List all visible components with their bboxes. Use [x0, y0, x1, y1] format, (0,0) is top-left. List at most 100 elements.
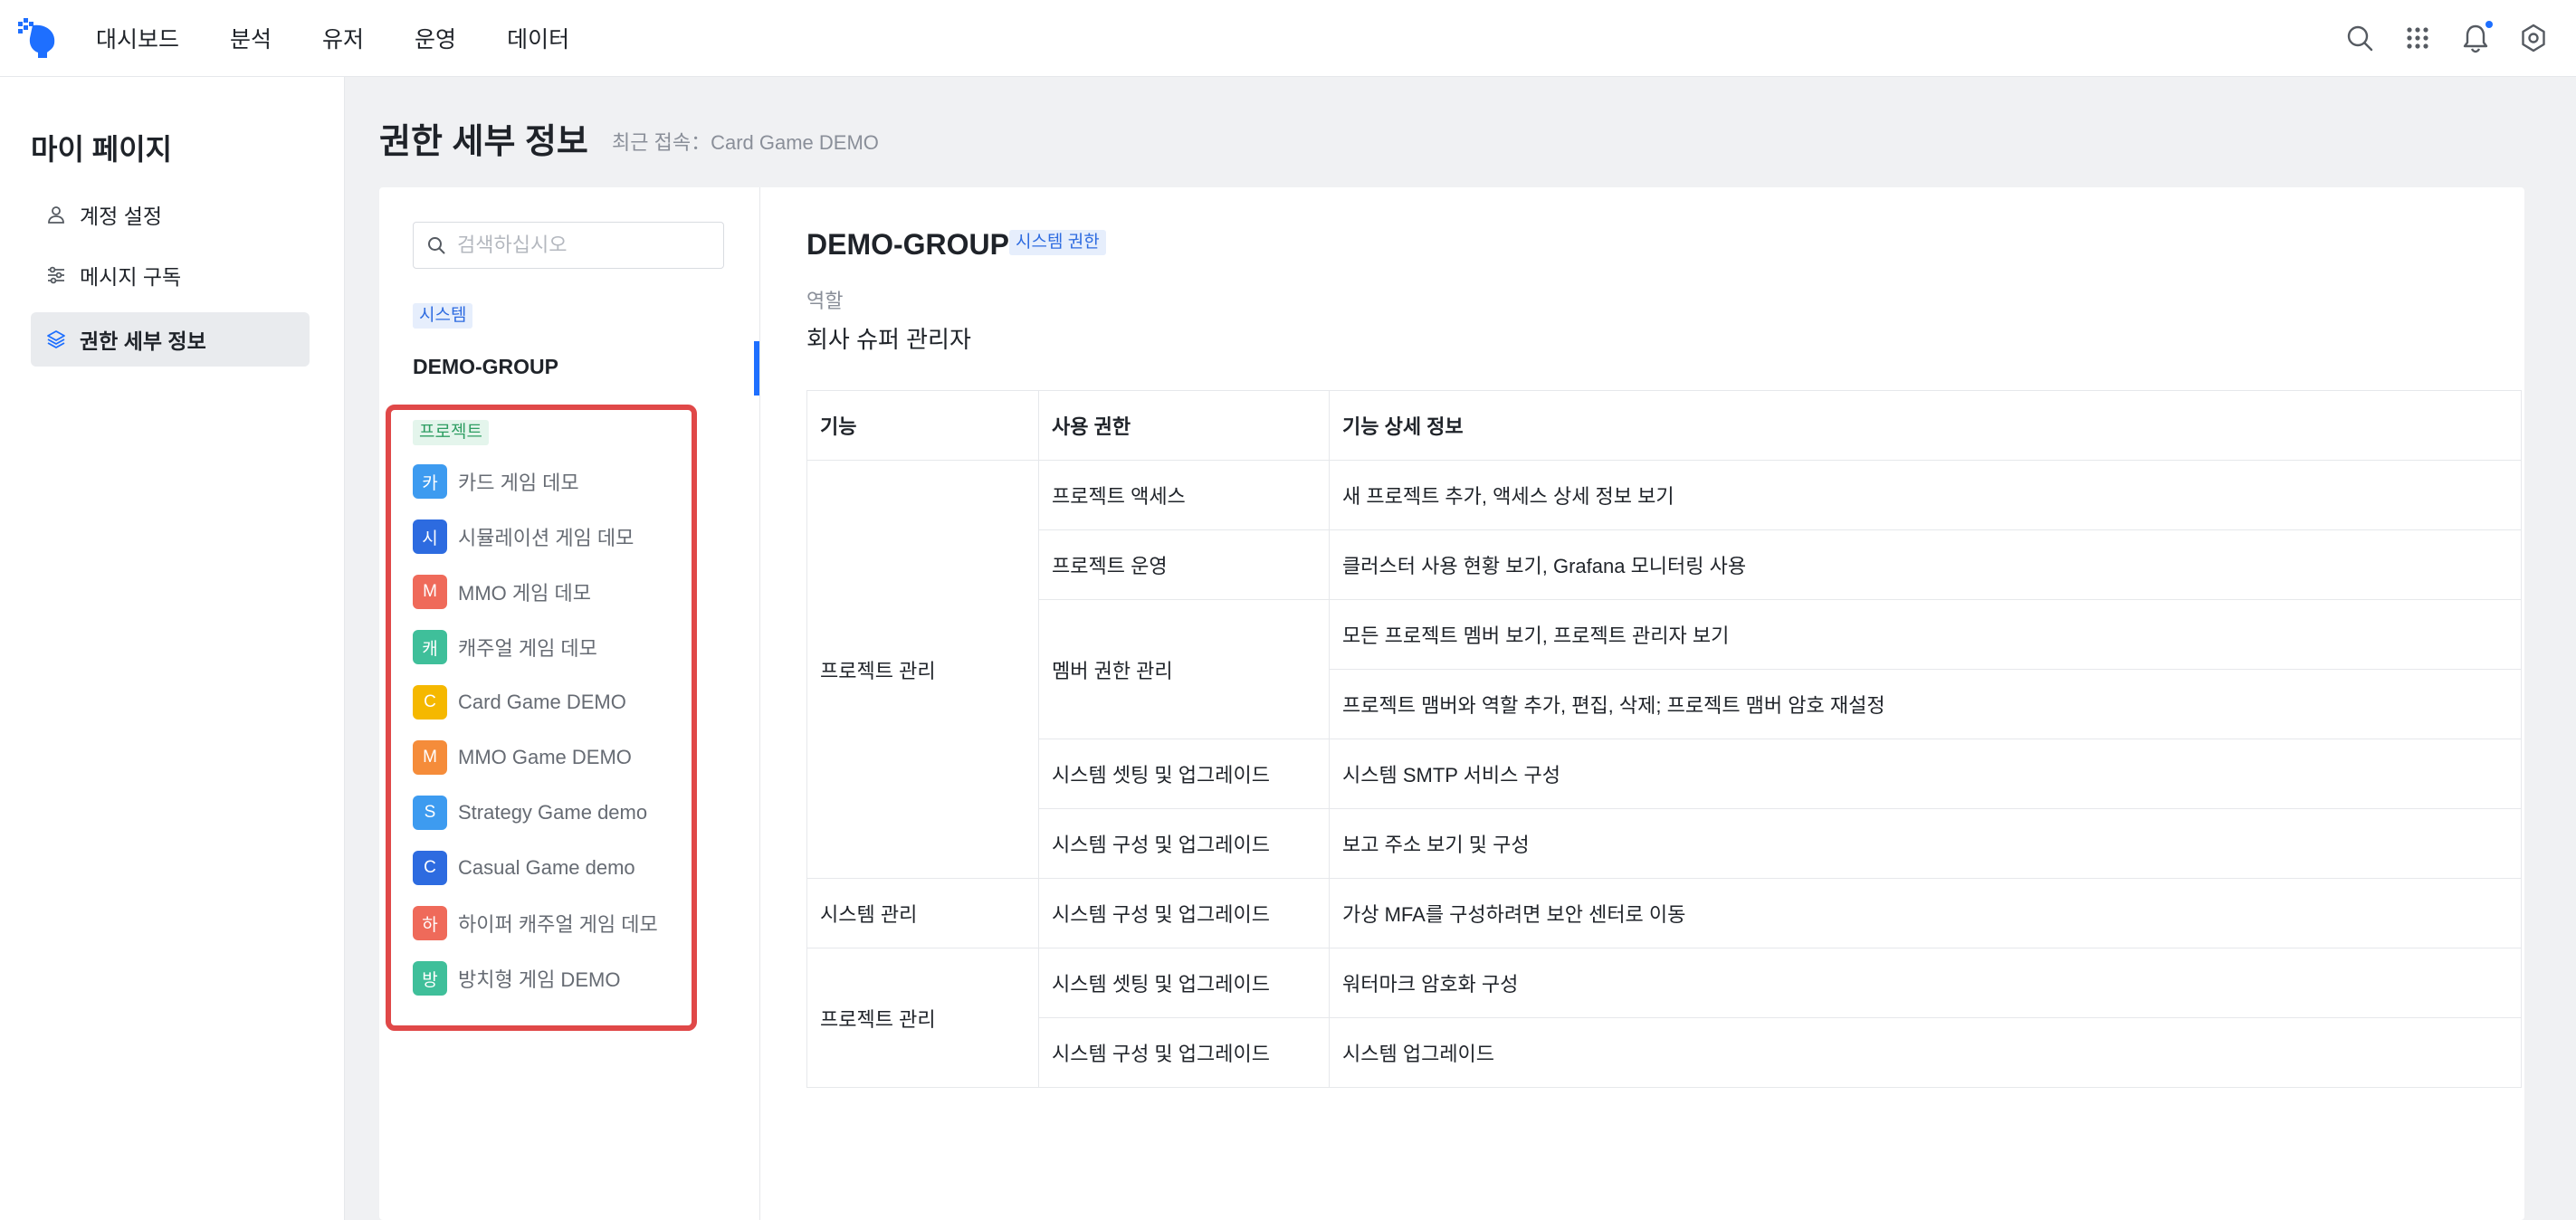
sidebar-item-label: 권한 세부 정보 — [80, 329, 206, 353]
project-label: 시뮬레이션 게임 데모 — [458, 527, 634, 549]
project-list-item[interactable]: M MMO 게임 데모 — [413, 574, 591, 610]
apps-grid-icon[interactable] — [2402, 23, 2433, 53]
table-cell-permission: 시스템 셋팅 및 업그레이드 — [1038, 739, 1330, 809]
project-badge-icon: M — [413, 740, 447, 775]
project-label: 방치형 게임 DEMO — [458, 968, 621, 991]
table-row: 시스템 관리 시스템 구성 및 업그레이드 가상 MFA를 구성하려면 보안 센… — [806, 878, 2522, 948]
project-list-item[interactable]: C Casual Game demo — [413, 850, 635, 886]
project-list-item[interactable]: 방 방치형 게임 DEMO — [413, 960, 620, 996]
table-cell-permission: 시스템 셋팅 및 업그레이드 — [1038, 948, 1330, 1018]
table-row: 프로젝트 관리 시스템 셋팅 및 업그레이드 워터마크 암호화 구성 — [806, 948, 2522, 1088]
search-icon — [428, 237, 445, 254]
nav-item-operations[interactable]: 운영 — [415, 22, 456, 54]
main-nav: 대시보드 분석 유저 운영 데이터 — [96, 0, 620, 76]
project-list-item[interactable]: 시 시뮬레이션 게임 데모 — [413, 519, 634, 555]
group-item-demo-group[interactable]: DEMO-GROUP — [413, 355, 558, 379]
table-row: 프로젝트 관리 프로젝트 액세스 새 프로젝트 추가, 액세스 상세 정보 보기 — [806, 460, 2522, 879]
notification-dot — [2485, 21, 2493, 28]
table-cell-detail: 모든 프로젝트 멤버 보기, 프로젝트 관리자 보기 — [1329, 599, 2522, 670]
sidebar-item-label: 메시지 구독 — [80, 265, 182, 289]
table-cell-permission: 시스템 구성 및 업그레이드 — [1038, 878, 1330, 948]
project-badge-icon: C — [413, 851, 447, 885]
table-header-row: 기능 사용 권한 기능 상세 정보 — [806, 390, 2522, 461]
role-label: 역할 — [806, 290, 844, 312]
project-list-item[interactable]: S Strategy Game demo — [413, 795, 647, 831]
table-cell-permission: 시스템 구성 및 업그레이드 — [1038, 1017, 1330, 1088]
project-label: Casual Game demo — [458, 856, 635, 879]
project-list-item[interactable]: M MMO Game DEMO — [413, 739, 632, 776]
nav-item-data[interactable]: 데이터 — [507, 22, 569, 54]
table-cell-detail: 클러스터 사용 현황 보기, Grafana 모니터링 사용 — [1329, 529, 2522, 600]
bell-icon[interactable] — [2460, 21, 2493, 53]
top-navigation-bar: 대시보드 분석 유저 운영 데이터 — [0, 0, 2576, 77]
sidebar-item-message-subscription[interactable]: 메시지 구독 — [31, 248, 310, 302]
column-header-permission: 사용 권한 — [1038, 390, 1330, 461]
detail-title: DEMO-GROUP — [806, 228, 1009, 261]
project-tag: 프로젝트 — [413, 420, 489, 445]
table-row: 시스템 구성 및 업그레이드 보고 주소 보기 및 구성 — [807, 808, 2522, 879]
project-label: 캐주얼 게임 데모 — [458, 637, 597, 660]
table-cell-detail: 보고 주소 보기 및 구성 — [1329, 808, 2522, 879]
table-cell-feature: 프로젝트 관리 — [806, 460, 1039, 879]
last-access-text: 최근 접속：Card Game DEMO — [612, 131, 879, 154]
search-box[interactable] — [413, 222, 724, 269]
table-cell-permission: 시스템 구성 및 업그레이드 — [1038, 808, 1330, 879]
top-icons — [2344, 0, 2576, 76]
permission-table: 기능 사용 권한 기능 상세 정보 프로젝트 관리 프로젝트 액세스 새 프로젝… — [806, 390, 2522, 1088]
table-row: 시스템 셋팅 및 업그레이드 시스템 SMTP 서비스 구성 — [807, 739, 2522, 809]
user-icon — [48, 206, 64, 224]
sidebar-item-label: 계정 설정 — [80, 205, 163, 228]
project-badge-icon: 캐 — [413, 630, 447, 664]
table-cell-detail: 가상 MFA를 구성하려면 보안 센터로 이동 — [1329, 878, 2522, 948]
sidebar-title: 마이 페이지 — [31, 133, 173, 166]
settings-icon[interactable] — [2518, 23, 2549, 53]
project-label: 카드 게임 데모 — [458, 472, 579, 494]
active-indicator — [754, 341, 759, 396]
table-row: 프로젝트 운영 클러스터 사용 현황 보기, Grafana 모니터링 사용 — [807, 529, 2522, 600]
layers-icon — [47, 330, 65, 348]
table-cell-permission: 프로젝트 액세스 — [1038, 460, 1330, 530]
project-label: Card Game DEMO — [458, 691, 626, 713]
sliders-icon — [48, 266, 64, 284]
table-cell-feature: 시스템 관리 — [806, 878, 1039, 948]
project-badge-icon: M — [413, 575, 447, 609]
table-cell-feature: 프로젝트 관리 — [806, 948, 1039, 1088]
column-header-feature: 기능 — [806, 390, 1039, 461]
table-cell-permission: 프로젝트 운영 — [1038, 529, 1330, 600]
project-label: 하이퍼 캐주얼 게임 데모 — [458, 913, 658, 936]
system-tag: 시스템 — [413, 303, 473, 329]
table-cell-permission: 멤버 권한 관리 — [1038, 599, 1330, 739]
search-input[interactable] — [455, 233, 712, 258]
table-cell-detail: 프로젝트 맴버와 역할 추가, 편집, 삭제; 프로젝트 맴버 암호 재설정 — [1329, 669, 2522, 739]
project-badge-icon: 하 — [413, 906, 447, 940]
project-badge-icon: 시 — [413, 519, 447, 554]
project-list-item[interactable]: 캐 캐주얼 게임 데모 — [413, 629, 597, 665]
project-list-item[interactable]: 카 카드 게임 데모 — [413, 463, 579, 500]
sidebar-item-account-settings[interactable]: 계정 설정 — [31, 187, 310, 242]
table-row: 멤버 권한 관리 모든 프로젝트 멤버 보기, 프로젝트 관리자 보기 — [807, 599, 2522, 739]
project-label: Strategy Game demo — [458, 801, 648, 824]
table-row: 시스템 구성 및 업그레이드 시스템 업그레이드 — [807, 1017, 2522, 1088]
sidebar-item-permission-details[interactable]: 권한 세부 정보 — [31, 312, 310, 367]
nav-item-dashboard[interactable]: 대시보드 — [96, 22, 179, 54]
table-cell-detail: 시스템 업그레이드 — [1329, 1017, 2522, 1088]
project-label: MMO Game DEMO — [458, 746, 632, 768]
project-badge-icon: S — [413, 796, 447, 830]
search-icon[interactable] — [2344, 23, 2375, 53]
project-list-item[interactable]: C Card Game DEMO — [413, 684, 626, 720]
project-label: MMO 게임 데모 — [458, 582, 591, 605]
table-cell-detail: 시스템 SMTP 서비스 구성 — [1329, 739, 2522, 809]
project-badge-icon: 방 — [413, 961, 447, 996]
page-title: 권한 세부 정보 — [379, 123, 588, 161]
column-header-detail: 기능 상세 정보 — [1329, 390, 2522, 461]
logo-icon[interactable] — [16, 16, 60, 60]
system-permission-tag: 시스템 권한 — [1009, 230, 1106, 255]
group-list-panel: 시스템 DEMO-GROUP 프로젝트 카 카드 게임 데모시 시뮬레이션 게임 데… — [379, 187, 760, 1220]
role-value: 회사 슈퍼 관리자 — [806, 326, 971, 353]
nav-item-users[interactable]: 유저 — [322, 22, 364, 54]
nav-item-analysis[interactable]: 분석 — [230, 22, 272, 54]
table-cell-detail: 워터마크 암호화 구성 — [1329, 948, 2522, 1018]
sidebar: 마이 페이지 계정 설정 메시지 구독 권한 세부 정보 — [0, 77, 345, 1220]
project-list-item[interactable]: 하 하이퍼 캐주얼 게임 데모 — [413, 905, 658, 941]
table-cell-detail: 새 프로젝트 추가, 액세스 상세 정보 보기 — [1329, 460, 2522, 530]
